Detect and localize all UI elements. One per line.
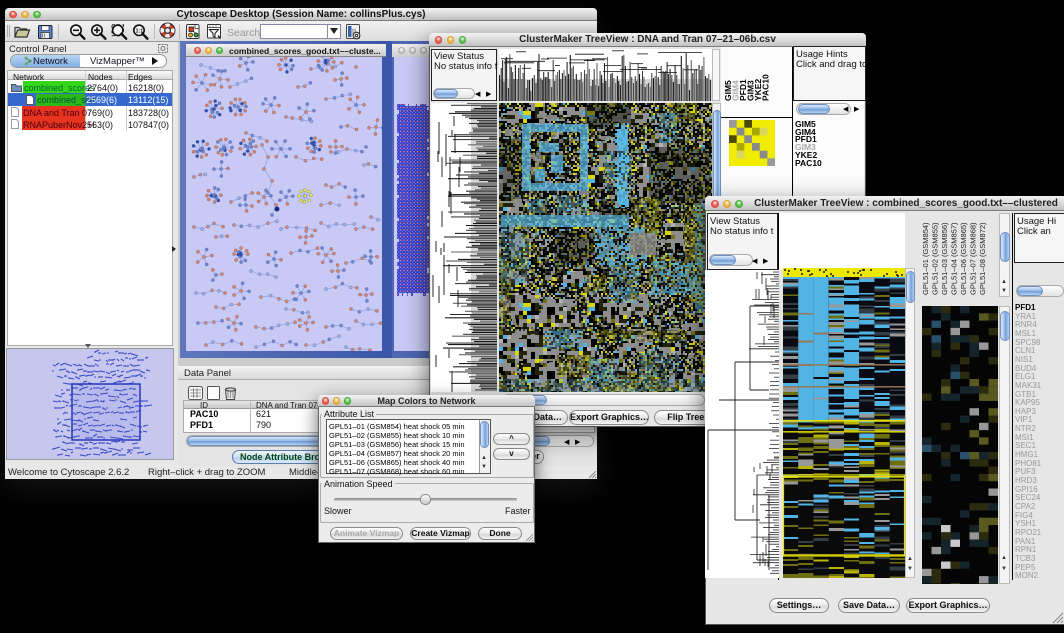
svg-text:GPL51–06 (GSM865): GPL51–06 (GSM865) xyxy=(959,222,968,295)
svg-text:GPL51–07 (GSM868): GPL51–07 (GSM868) xyxy=(969,222,978,295)
svg-text:GPL51–01 (GSM854): GPL51–01 (GSM854) xyxy=(921,222,930,295)
svg-text:GPL51–04 (GSM857): GPL51–04 (GSM857) xyxy=(950,222,959,295)
svg-text:1:1: 1:1 xyxy=(136,29,144,35)
svg-text:GPL51–02 (GSM855): GPL51–02 (GSM855) xyxy=(931,222,940,295)
svg-text:GPL51–08 (GSM872): GPL51–08 (GSM872) xyxy=(978,222,987,295)
svg-text:GPL51–03 (GSM856): GPL51–03 (GSM856) xyxy=(940,222,949,295)
svg-text:PAC10: PAC10 xyxy=(761,74,771,101)
